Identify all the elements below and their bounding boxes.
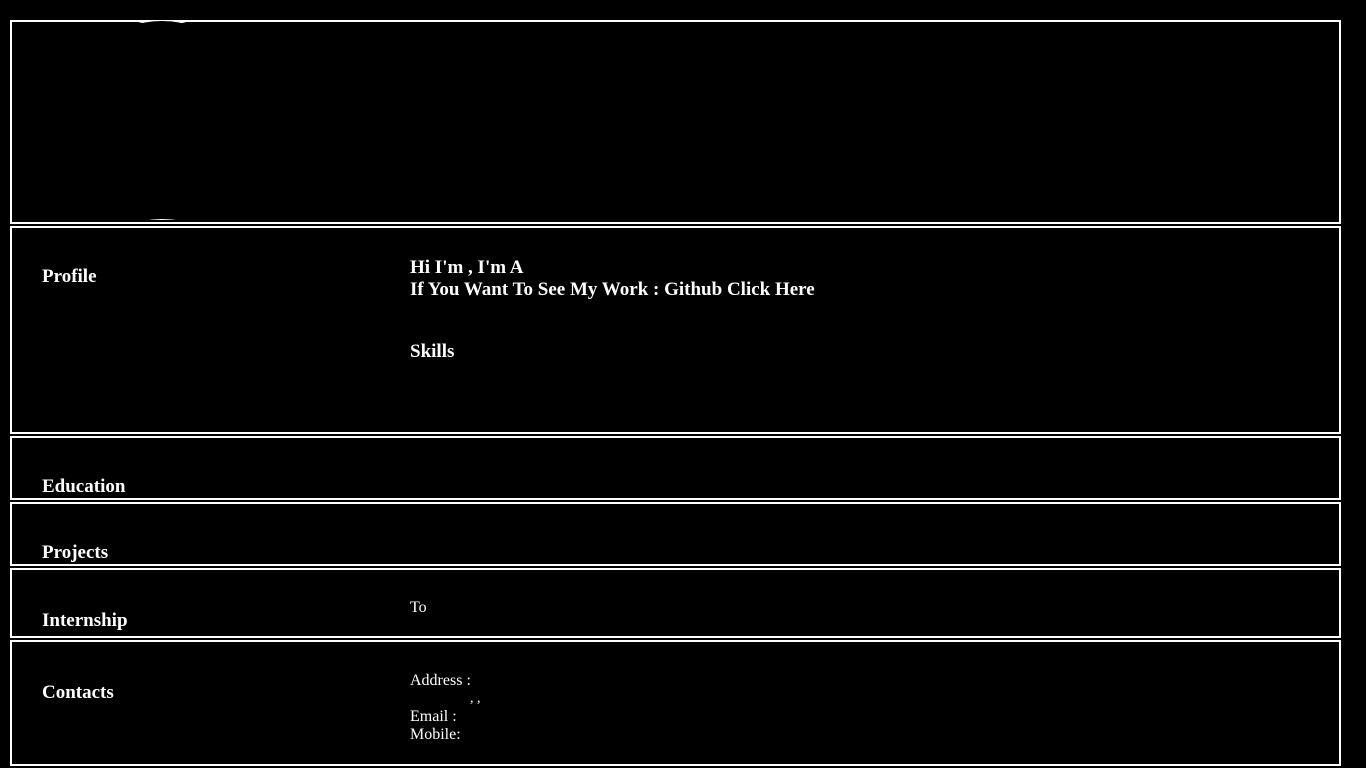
profile-intro: Hi I'm , I'm A If You Want To See My Wor…: [410, 257, 815, 301]
profile-heading: Profile: [42, 266, 97, 287]
contacts-section: Contacts Address : , , Email : Mobile:: [10, 640, 1341, 766]
profile-section: Profile Hi I'm , I'm A If You Want To Se…: [10, 226, 1341, 434]
avatar: [62, 20, 262, 220]
education-heading: Education: [42, 476, 126, 497]
internship-heading: Internship: [42, 610, 128, 631]
education-section: Education: [10, 436, 1341, 500]
mobile-label: Mobile:: [410, 726, 461, 743]
github-click-here-link[interactable]: Click Here: [727, 279, 815, 300]
contacts-heading: Contacts: [42, 682, 114, 703]
address-value: , ,: [470, 691, 481, 706]
internship-to-label: To: [410, 599, 427, 616]
github-line: If You Want To See My Work : Github Clic…: [410, 279, 815, 301]
contact-details: Address : , , Email : Mobile:: [410, 672, 481, 744]
projects-section: Projects: [10, 502, 1341, 566]
projects-heading: Projects: [42, 542, 109, 563]
intro-line: Hi I'm , I'm A: [410, 257, 524, 278]
header-section: [10, 20, 1341, 224]
github-prefix: If You Want To See My Work : Github: [410, 279, 727, 300]
email-label: Email :: [410, 708, 457, 725]
resume-page: Profile Hi I'm , I'm A If You Want To Se…: [10, 20, 1341, 768]
skills-heading: Skills: [410, 341, 455, 362]
address-label: Address :: [410, 672, 471, 689]
internship-section: Internship To: [10, 568, 1341, 638]
